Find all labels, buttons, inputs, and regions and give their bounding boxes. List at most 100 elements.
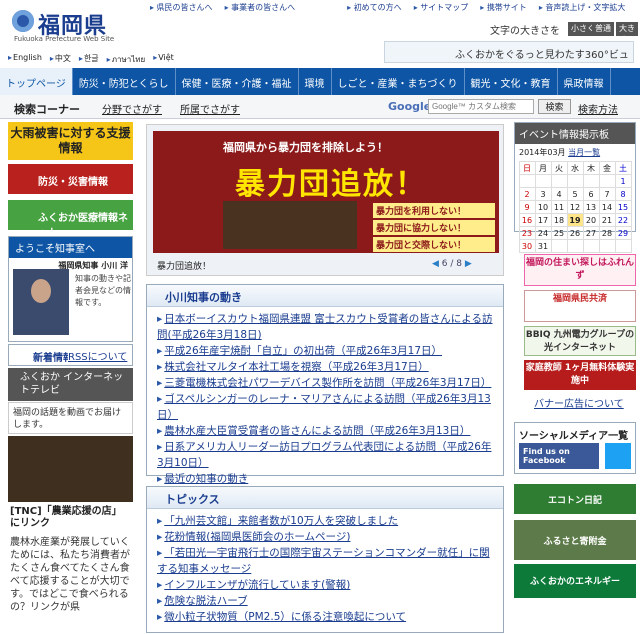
heavy-rain-support-banner[interactable]: 大雨被害に対する支援情報 bbox=[8, 122, 133, 160]
link-sitemap[interactable]: サイトマップ bbox=[414, 2, 468, 13]
lang-korean[interactable]: 한글 bbox=[79, 53, 99, 66]
energy-banner[interactable]: ふくおかのエネルギー bbox=[514, 564, 636, 598]
governor-item[interactable]: ゴスペルシンガーのレーナ・マリアさんによる訪問（平成26年3月13日） bbox=[157, 391, 497, 423]
banner-kyosai[interactable]: 福岡県民共済 bbox=[524, 290, 636, 322]
link-accessibility[interactable]: 音声読上げ・文字拡大 bbox=[539, 2, 625, 13]
internet-tv-head[interactable]: ふくおか インターネットテレビ bbox=[8, 368, 133, 401]
topic-item[interactable]: 危険な脱法ハーブ bbox=[157, 593, 497, 609]
governor-item[interactable]: 株式会社マルタイ本社工場を視察（平成26年3月17日） bbox=[157, 359, 497, 375]
prefecture-emblem-icon[interactable] bbox=[12, 10, 34, 32]
calendar-day[interactable]: 22 bbox=[614, 213, 632, 227]
calendar-day[interactable]: 23 bbox=[518, 226, 536, 240]
search-help-link[interactable]: 検索方法 bbox=[578, 101, 618, 116]
topic-item[interactable]: 「若田光一宇宙飛行士の国際宇宙ステーションコマンダー就任」に関する知事メッセージ bbox=[157, 545, 497, 577]
calendar-day[interactable]: 21 bbox=[598, 213, 616, 227]
calendar-day[interactable]: 9 bbox=[518, 200, 536, 214]
calendar-day[interactable]: 11 bbox=[550, 200, 568, 214]
calendar-day[interactable]: 17 bbox=[534, 213, 552, 227]
disaster-info-banner[interactable]: 防災・災害情報 bbox=[8, 164, 133, 194]
font-normal-button[interactable]: 普通 bbox=[592, 22, 614, 36]
slide-image[interactable]: 福岡県から暴力団を排除しよう！ 暴力団追放！ 暴力団を利用しない！ 暴力団に協力… bbox=[153, 131, 499, 253]
lang-vietnamese[interactable]: Việt bbox=[153, 53, 174, 66]
calendar-day[interactable]: 29 bbox=[614, 226, 632, 240]
twitter-icon[interactable] bbox=[605, 443, 631, 469]
topic-item[interactable]: インフルエンザが流行しています(警報) bbox=[157, 577, 497, 593]
nav-industry[interactable]: しごと・産業・まちづくり bbox=[332, 68, 465, 95]
calendar-day[interactable]: 8 bbox=[614, 187, 632, 201]
search-by-field-link[interactable]: 分野でさがす bbox=[102, 101, 162, 116]
banner-frenz[interactable]: 福岡の住まい探しはふれんず bbox=[524, 254, 636, 286]
link-businesses[interactable]: 事業者の皆さんへ bbox=[225, 2, 295, 13]
prev-icon[interactable]: ◀ bbox=[432, 259, 439, 269]
calendar-day[interactable]: 24 bbox=[534, 226, 552, 240]
link-first-time[interactable]: 初めての方へ bbox=[347, 2, 402, 13]
slide-chip: 暴力団に協力しない！ bbox=[373, 220, 495, 235]
calendar-day[interactable]: 20 bbox=[582, 213, 600, 227]
medical-info-banner[interactable]: ふくおか医療情報ネット bbox=[8, 200, 133, 239]
nav-government[interactable]: 県政情報 bbox=[558, 68, 611, 95]
calendar-day[interactable]: 5 bbox=[566, 187, 584, 201]
calendar-day[interactable]: 14 bbox=[598, 200, 616, 214]
topic-item[interactable]: 「九州芸文館」来館者数が10万人を突破しました bbox=[157, 513, 497, 529]
search-input[interactable] bbox=[428, 99, 534, 114]
calendar-day[interactable]: 30 bbox=[518, 239, 536, 253]
calendar-day[interactable]: 18 bbox=[550, 213, 568, 227]
calendar-day[interactable]: 12 bbox=[566, 200, 584, 214]
nav-health[interactable]: 保健・医療・介護・福祉 bbox=[176, 68, 299, 95]
calendar-day[interactable]: 19 bbox=[566, 213, 584, 227]
governor-item[interactable]: 日系アメリカ人リーダー訪日プログラム代表団による訪問（平成26年3月10日） bbox=[157, 439, 497, 471]
calendar-day[interactable]: 2 bbox=[518, 187, 536, 201]
nav-environment[interactable]: 環境 bbox=[299, 68, 332, 95]
governor-item[interactable]: 農林水産大臣賞受賞者の皆さんによる訪問（平成26年3月13日） bbox=[157, 423, 497, 439]
governor-panel[interactable]: ようこそ知事室へ 福岡県知事 小川 洋 知事の動きや記者会見などの情報です。 bbox=[8, 236, 133, 342]
calendar-day[interactable]: 7 bbox=[598, 187, 616, 201]
font-large-button[interactable]: 大きく bbox=[616, 22, 638, 44]
lang-chinese[interactable]: 中文 bbox=[50, 53, 71, 66]
calendar-day[interactable]: 10 bbox=[534, 200, 552, 214]
furusato-donation-banner[interactable]: ふるさと寄附金 bbox=[514, 520, 636, 560]
banner-tutor[interactable]: 家庭教師 1ヶ月無料体験実施中 bbox=[524, 360, 636, 390]
calendar-day[interactable]: 13 bbox=[582, 200, 600, 214]
search-by-dept-link[interactable]: 所属でさがす bbox=[180, 101, 240, 116]
calendar-day[interactable]: 3 bbox=[534, 187, 552, 201]
lang-thai[interactable]: ภาษาไทย bbox=[107, 53, 146, 66]
internet-tv-thumbnail[interactable] bbox=[8, 436, 133, 502]
calendar-day[interactable]: 31 bbox=[534, 239, 552, 253]
banner-bbiq[interactable]: BBIQ 九州電力グループの光インターネット bbox=[524, 326, 636, 356]
banner-360-view[interactable]: ふくおかをぐるっと見わたす360°ビュー bbox=[384, 41, 634, 76]
calendar-day[interactable]: 15 bbox=[614, 200, 632, 214]
nav-top[interactable]: トップページ bbox=[0, 68, 73, 95]
calendar-day[interactable]: 28 bbox=[598, 226, 616, 240]
nav-tourism[interactable]: 観光・文化・教育 bbox=[465, 68, 558, 95]
governor-more-link[interactable]: 最近の知事の動き bbox=[157, 471, 497, 487]
next-icon[interactable]: ▶ bbox=[465, 259, 472, 269]
calendar-month-link[interactable]: 当月一覧 bbox=[568, 148, 600, 157]
google-logo: Google bbox=[388, 100, 432, 113]
governor-item[interactable]: 平成26年産宇焼酎「自立」の初出荷（平成26年3月17日） bbox=[157, 343, 497, 359]
internet-tv-title[interactable]: [TNC]「農業応援の店」にリンク bbox=[8, 504, 133, 534]
calendar-day[interactable]: 16 bbox=[518, 213, 536, 227]
eco-diary-banner[interactable]: エコトン日記 bbox=[514, 484, 636, 514]
social-head[interactable]: ソーシャルメディア一覧 bbox=[519, 427, 631, 442]
calendar-day[interactable]: 25 bbox=[550, 226, 568, 240]
link-residents[interactable]: 県民の皆さんへ bbox=[150, 2, 213, 13]
facebook-button[interactable]: Find us on Facebook bbox=[519, 443, 599, 469]
calendar-day[interactable]: 4 bbox=[550, 187, 568, 201]
calendar-day bbox=[566, 239, 584, 253]
link-mobile[interactable]: 携帯サイト bbox=[480, 2, 527, 13]
topic-item[interactable]: 花粉情報(福岡県医師会のホームページ) bbox=[157, 529, 497, 545]
nav-safety[interactable]: 防災・防犯とくらし bbox=[73, 68, 176, 95]
calendar-day[interactable]: 1 bbox=[614, 174, 632, 188]
banner-ad-link[interactable]: バナー広告について bbox=[534, 395, 624, 410]
feature-slideshow[interactable]: 福岡県から暴力団を排除しよう！ 暴力団追放！ 暴力団を利用しない！ 暴力団に協力… bbox=[146, 124, 504, 276]
calendar-weekday: 土 bbox=[614, 161, 632, 175]
topic-item[interactable]: 微小粒子状物質（PM2.5）に係る注意喚起について bbox=[157, 609, 497, 625]
rss-link[interactable]: RSSについて bbox=[68, 348, 128, 363]
governor-item[interactable]: 三菱電機株式会社パワーデバイス製作所を訪問（平成26年3月17日） bbox=[157, 375, 497, 391]
governor-item[interactable]: 日本ボーイスカウト福岡県連盟 富士スカウト受賞者の皆さんによる訪問(平成26年3… bbox=[157, 311, 497, 343]
calendar-day[interactable]: 27 bbox=[582, 226, 600, 240]
calendar-day[interactable]: 6 bbox=[582, 187, 600, 201]
calendar-day[interactable]: 26 bbox=[566, 226, 584, 240]
search-button[interactable]: 検索 bbox=[538, 99, 571, 114]
lang-english[interactable]: English bbox=[8, 53, 42, 66]
